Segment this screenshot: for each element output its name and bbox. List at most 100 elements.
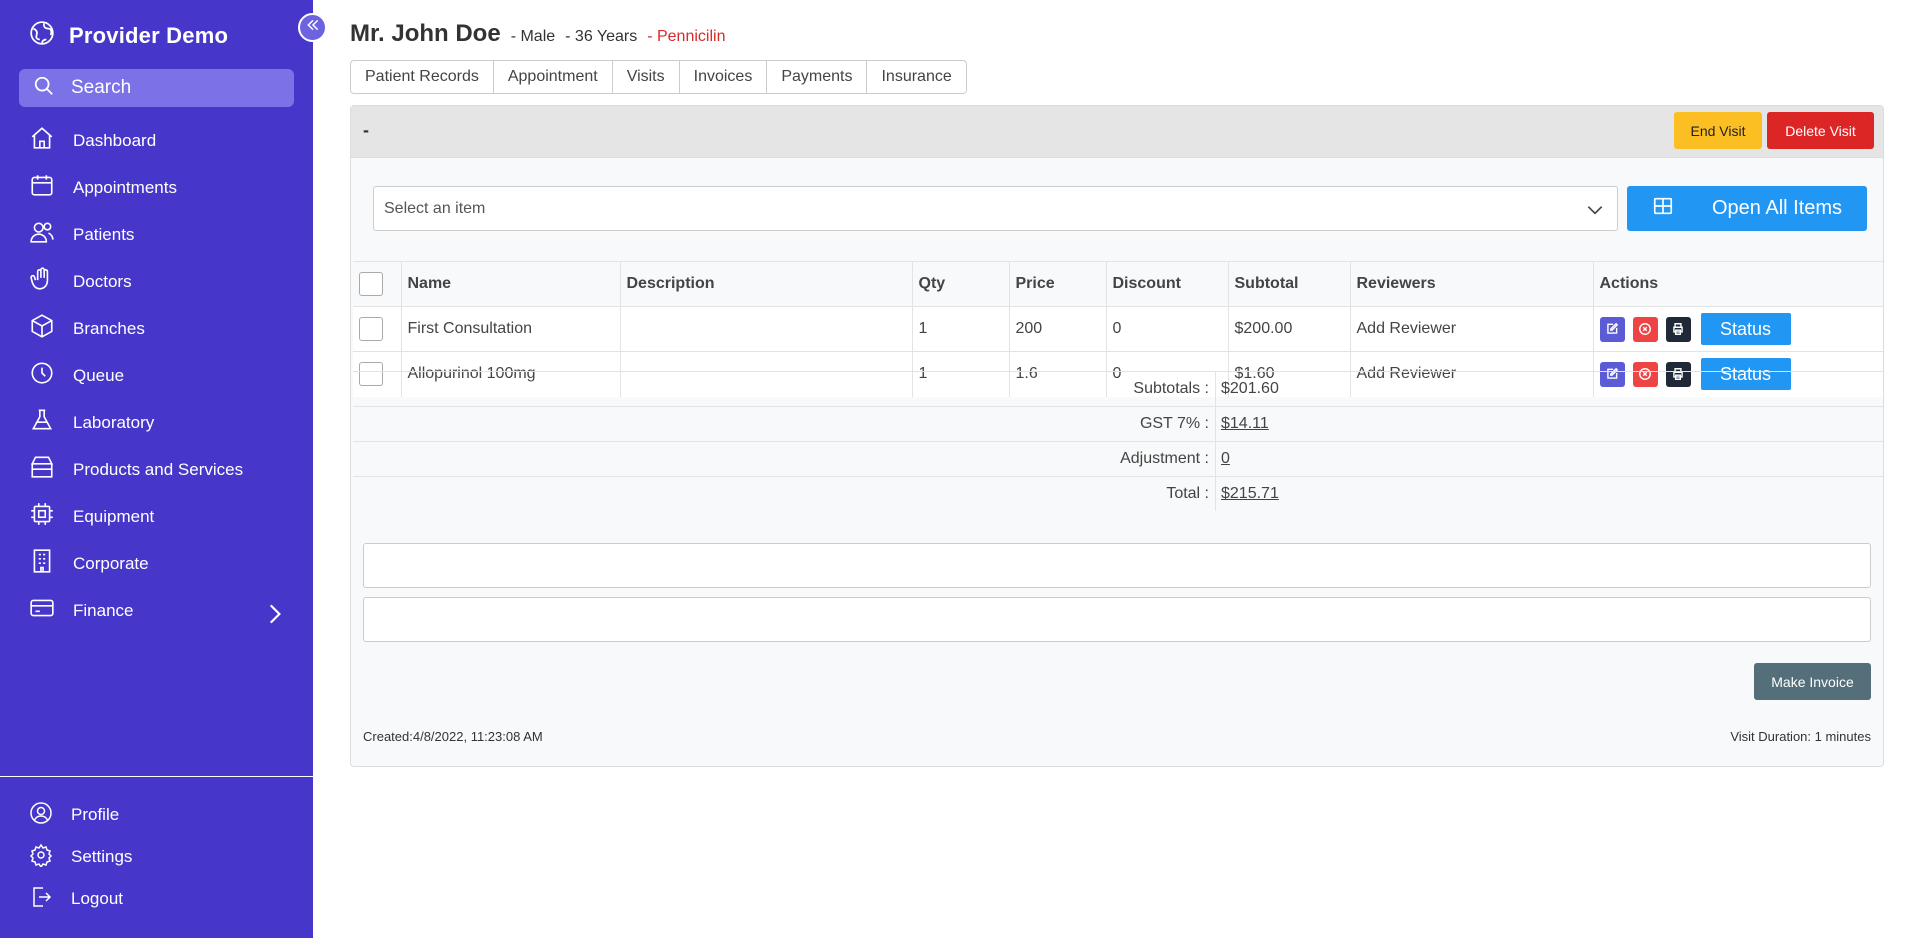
sidebar-item-label: Finance xyxy=(73,600,134,620)
patient-tabs: Patient Records Appointment Visits Invoi… xyxy=(350,60,967,94)
tab-invoices[interactable]: Invoices xyxy=(680,61,768,93)
sidebar-item-branches[interactable]: Branches xyxy=(0,305,313,352)
sidebar-bottom-nav: Profile Settings Logout xyxy=(0,794,313,920)
item-discount: 0 xyxy=(1106,306,1229,352)
card-icon xyxy=(29,595,55,626)
visit-duration: Visit Duration: 1 minutes xyxy=(1730,729,1871,744)
open-all-items-label: Open All Items xyxy=(1711,197,1843,219)
calendar-icon xyxy=(29,172,55,203)
cancel-icon[interactable] xyxy=(1632,316,1658,342)
sidebar-item-products-and-services[interactable]: Products and Services xyxy=(0,446,313,493)
sidebar-item-doctors[interactable]: Doctors xyxy=(0,258,313,305)
row-select-cell xyxy=(353,306,402,352)
sidebar-item-label: Patients xyxy=(73,224,135,244)
sidebar-item-settings[interactable]: Settings xyxy=(0,836,313,878)
sidebar-item-label: Laboratory xyxy=(73,412,155,432)
sidebar-item-label: Queue xyxy=(73,365,125,385)
patient-allergy: - Pennicilin xyxy=(647,28,726,45)
sidebar-item-label: Profile xyxy=(71,805,120,824)
select-all-checkbox[interactable] xyxy=(359,272,383,296)
patient-name: Mr. John Doe xyxy=(350,20,501,47)
sidebar-search[interactable]: Search xyxy=(19,69,294,107)
sidebar-item-label: Appointments xyxy=(73,177,177,197)
search-label: Search xyxy=(71,77,132,98)
column-header: Name xyxy=(401,261,621,307)
sidebar-item-dashboard[interactable]: Dashboard xyxy=(0,117,313,164)
home-icon xyxy=(29,125,55,156)
brand[interactable]: Provider Demo xyxy=(29,20,228,51)
sidebar-item-label: Settings xyxy=(71,847,133,866)
sidebar-item-label: Equipment xyxy=(73,506,155,526)
search-icon xyxy=(33,75,55,102)
tab-patient-records[interactable]: Patient Records xyxy=(351,61,494,93)
select-all-cell xyxy=(353,261,402,307)
totals-row-gst: GST 7% : $14.11 xyxy=(353,406,1883,441)
sidebar-item-corporate[interactable]: Corporate xyxy=(0,540,313,587)
visit-remarks-input[interactable] xyxy=(363,597,1871,642)
gear-icon xyxy=(29,843,53,872)
delete-visit-button[interactable]: Delete Visit xyxy=(1767,112,1874,149)
item-select[interactable]: Select an item xyxy=(373,186,1618,231)
column-header: Actions xyxy=(1593,261,1883,307)
logout-icon xyxy=(29,885,53,914)
sidebar-item-finance[interactable]: Finance xyxy=(0,587,313,634)
totals-label: Subtotals : xyxy=(353,372,1216,406)
clock-icon xyxy=(29,360,55,391)
subtotals-value: $201.60 xyxy=(1221,380,1279,397)
users-icon xyxy=(29,219,55,250)
edit-icon[interactable] xyxy=(1599,316,1625,342)
tab-insurance[interactable]: Insurance xyxy=(867,61,965,93)
totals-row-subtotals: Subtotals : $201.60 xyxy=(353,371,1883,406)
tab-visits[interactable]: Visits xyxy=(613,61,680,93)
totals-label: GST 7% : xyxy=(353,407,1216,441)
table-header-row: Name Description Qty Price Discount Subt… xyxy=(353,261,1883,307)
table-row: First Consultation 1 200 0 $200.00 Add R… xyxy=(353,306,1883,352)
patient-age: - 36 Years xyxy=(565,28,638,45)
visit-notes-input[interactable] xyxy=(363,543,1871,588)
make-invoice-button[interactable]: Make Invoice xyxy=(1754,663,1871,700)
item-description xyxy=(620,306,913,352)
building-icon xyxy=(29,548,55,579)
chip-icon xyxy=(29,501,55,532)
column-header: Subtotal xyxy=(1228,261,1351,307)
tab-payments[interactable]: Payments xyxy=(767,61,868,93)
print-icon[interactable] xyxy=(1665,316,1691,342)
chevron-right-icon xyxy=(261,601,281,624)
sidebar-item-queue[interactable]: Queue xyxy=(0,352,313,399)
sidebar-item-profile[interactable]: Profile xyxy=(0,794,313,836)
sidebar-item-label: Products and Services xyxy=(73,459,244,479)
column-header: Description xyxy=(620,261,913,307)
item-name: First Consultation xyxy=(401,306,621,352)
sidebar-item-patients[interactable]: Patients xyxy=(0,211,313,258)
sidebar-item-label: Corporate xyxy=(73,553,149,573)
tab-appointment[interactable]: Appointment xyxy=(494,61,613,93)
created-timestamp: Created:4/8/2022, 11:23:08 AM xyxy=(363,729,543,744)
item-qty: 1 xyxy=(912,306,1010,352)
open-all-items-button[interactable]: Open All Items xyxy=(1627,186,1867,231)
row-checkbox[interactable] xyxy=(359,317,383,341)
end-visit-button[interactable]: End Visit xyxy=(1674,112,1762,149)
status-button[interactable]: Status xyxy=(1700,313,1791,345)
collapse-sidebar-button[interactable] xyxy=(298,13,327,42)
item-price: 200 xyxy=(1009,306,1107,352)
total-value-link[interactable]: $215.71 xyxy=(1216,485,1279,503)
adjustment-value-link[interactable]: 0 xyxy=(1216,450,1230,468)
sidebar: Provider Demo Search Dashboard Appointme… xyxy=(0,0,313,938)
chevrons-left-icon xyxy=(305,17,321,38)
column-header: Reviewers xyxy=(1350,261,1594,307)
column-header: Discount xyxy=(1106,261,1229,307)
visit-panel-header: - End Visit Delete Visit xyxy=(351,106,1883,158)
sidebar-divider xyxy=(0,776,313,777)
totals-label: Total : xyxy=(353,477,1216,511)
totals-row-total: Total : $215.71 xyxy=(353,476,1883,511)
sidebar-item-appointments[interactable]: Appointments xyxy=(0,164,313,211)
globe-icon xyxy=(29,20,55,51)
sidebar-item-logout[interactable]: Logout xyxy=(0,878,313,920)
gst-value-link[interactable]: $14.11 xyxy=(1216,415,1269,433)
add-reviewer-link[interactable]: Add Reviewer xyxy=(1350,306,1594,352)
sidebar-item-label: Branches xyxy=(73,318,145,338)
sidebar-item-laboratory[interactable]: Laboratory xyxy=(0,399,313,446)
box-icon xyxy=(29,454,55,485)
patient-gender: - Male xyxy=(510,28,556,45)
sidebar-item-equipment[interactable]: Equipment xyxy=(0,493,313,540)
